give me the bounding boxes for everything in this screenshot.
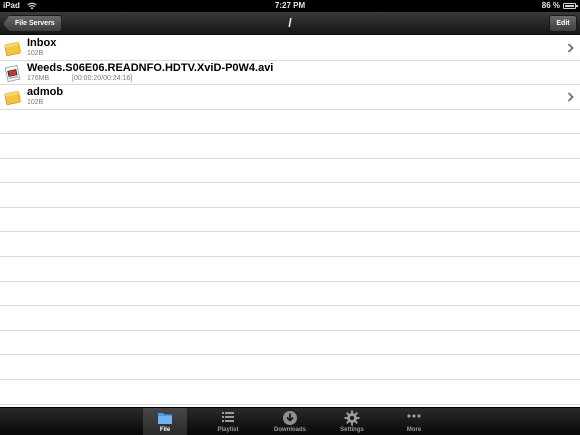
status-time: 7:27 PM bbox=[274, 1, 306, 10]
more-dots-icon bbox=[407, 414, 421, 418]
chevron-right-icon bbox=[567, 92, 574, 102]
empty-row bbox=[0, 232, 580, 258]
folder-icon bbox=[4, 42, 21, 56]
file-name: Weeds.S06E06.READNFO.HDTV.XviD-P0W4.avi bbox=[27, 61, 274, 74]
video-file-icon bbox=[4, 64, 21, 82]
tab-label: Playlist bbox=[217, 427, 239, 433]
file-size: 102B bbox=[27, 50, 44, 57]
status-bar: iPad 7:27 PM 86 % bbox=[0, 0, 580, 12]
tab-label: Downloads bbox=[273, 427, 306, 433]
file-size: 176MB bbox=[27, 74, 50, 82]
empty-row bbox=[0, 183, 580, 208]
empty-row bbox=[0, 380, 580, 405]
tab-settings[interactable]: Settings bbox=[330, 408, 374, 435]
file-name: admob bbox=[27, 86, 64, 98]
chevron-right-icon bbox=[567, 43, 574, 53]
battery-percent: 86 % bbox=[541, 1, 560, 10]
download-icon bbox=[283, 411, 297, 425]
list-icon bbox=[222, 412, 234, 422]
edit-button[interactable]: Edit bbox=[549, 15, 577, 32]
tab-more[interactable]: More bbox=[392, 408, 436, 435]
tab-bar: File Playlist Downloads Settings More bbox=[0, 407, 580, 435]
tab-file[interactable]: File bbox=[143, 408, 187, 435]
empty-row bbox=[0, 110, 580, 135]
file-row-admob[interactable]: admob 102B bbox=[0, 85, 580, 110]
empty-row bbox=[0, 331, 580, 356]
empty-row bbox=[0, 355, 580, 381]
file-list: Inbox 102B Weeds.S06E06.READNFO.HDTV.Xvi… bbox=[0, 36, 580, 405]
folder-icon bbox=[4, 91, 21, 105]
tab-label: More bbox=[406, 427, 422, 433]
tab-playlist[interactable]: Playlist bbox=[206, 408, 250, 435]
navigation-bar: File Servers / Edit bbox=[0, 12, 580, 35]
file-name: Inbox bbox=[27, 37, 57, 49]
gear-icon bbox=[344, 410, 360, 426]
empty-row bbox=[0, 282, 580, 307]
battery-icon bbox=[563, 3, 578, 9]
file-row-inbox[interactable]: Inbox 102B bbox=[0, 36, 580, 61]
playback-progress: [00:00:20/00:24:16] bbox=[72, 74, 133, 82]
tab-label: File bbox=[159, 427, 171, 433]
folder-icon bbox=[158, 413, 172, 424]
tab-label: Settings bbox=[340, 427, 364, 433]
empty-row bbox=[0, 306, 580, 331]
file-size: 102B bbox=[27, 99, 44, 106]
empty-row bbox=[0, 208, 580, 233]
empty-row bbox=[0, 257, 580, 282]
page-title: / bbox=[288, 16, 292, 30]
tab-downloads[interactable]: Downloads bbox=[268, 408, 312, 435]
empty-row bbox=[0, 159, 580, 184]
file-row-video[interactable]: Weeds.S06E06.READNFO.HDTV.XviD-P0W4.avi … bbox=[0, 60, 580, 85]
empty-row bbox=[0, 134, 580, 159]
